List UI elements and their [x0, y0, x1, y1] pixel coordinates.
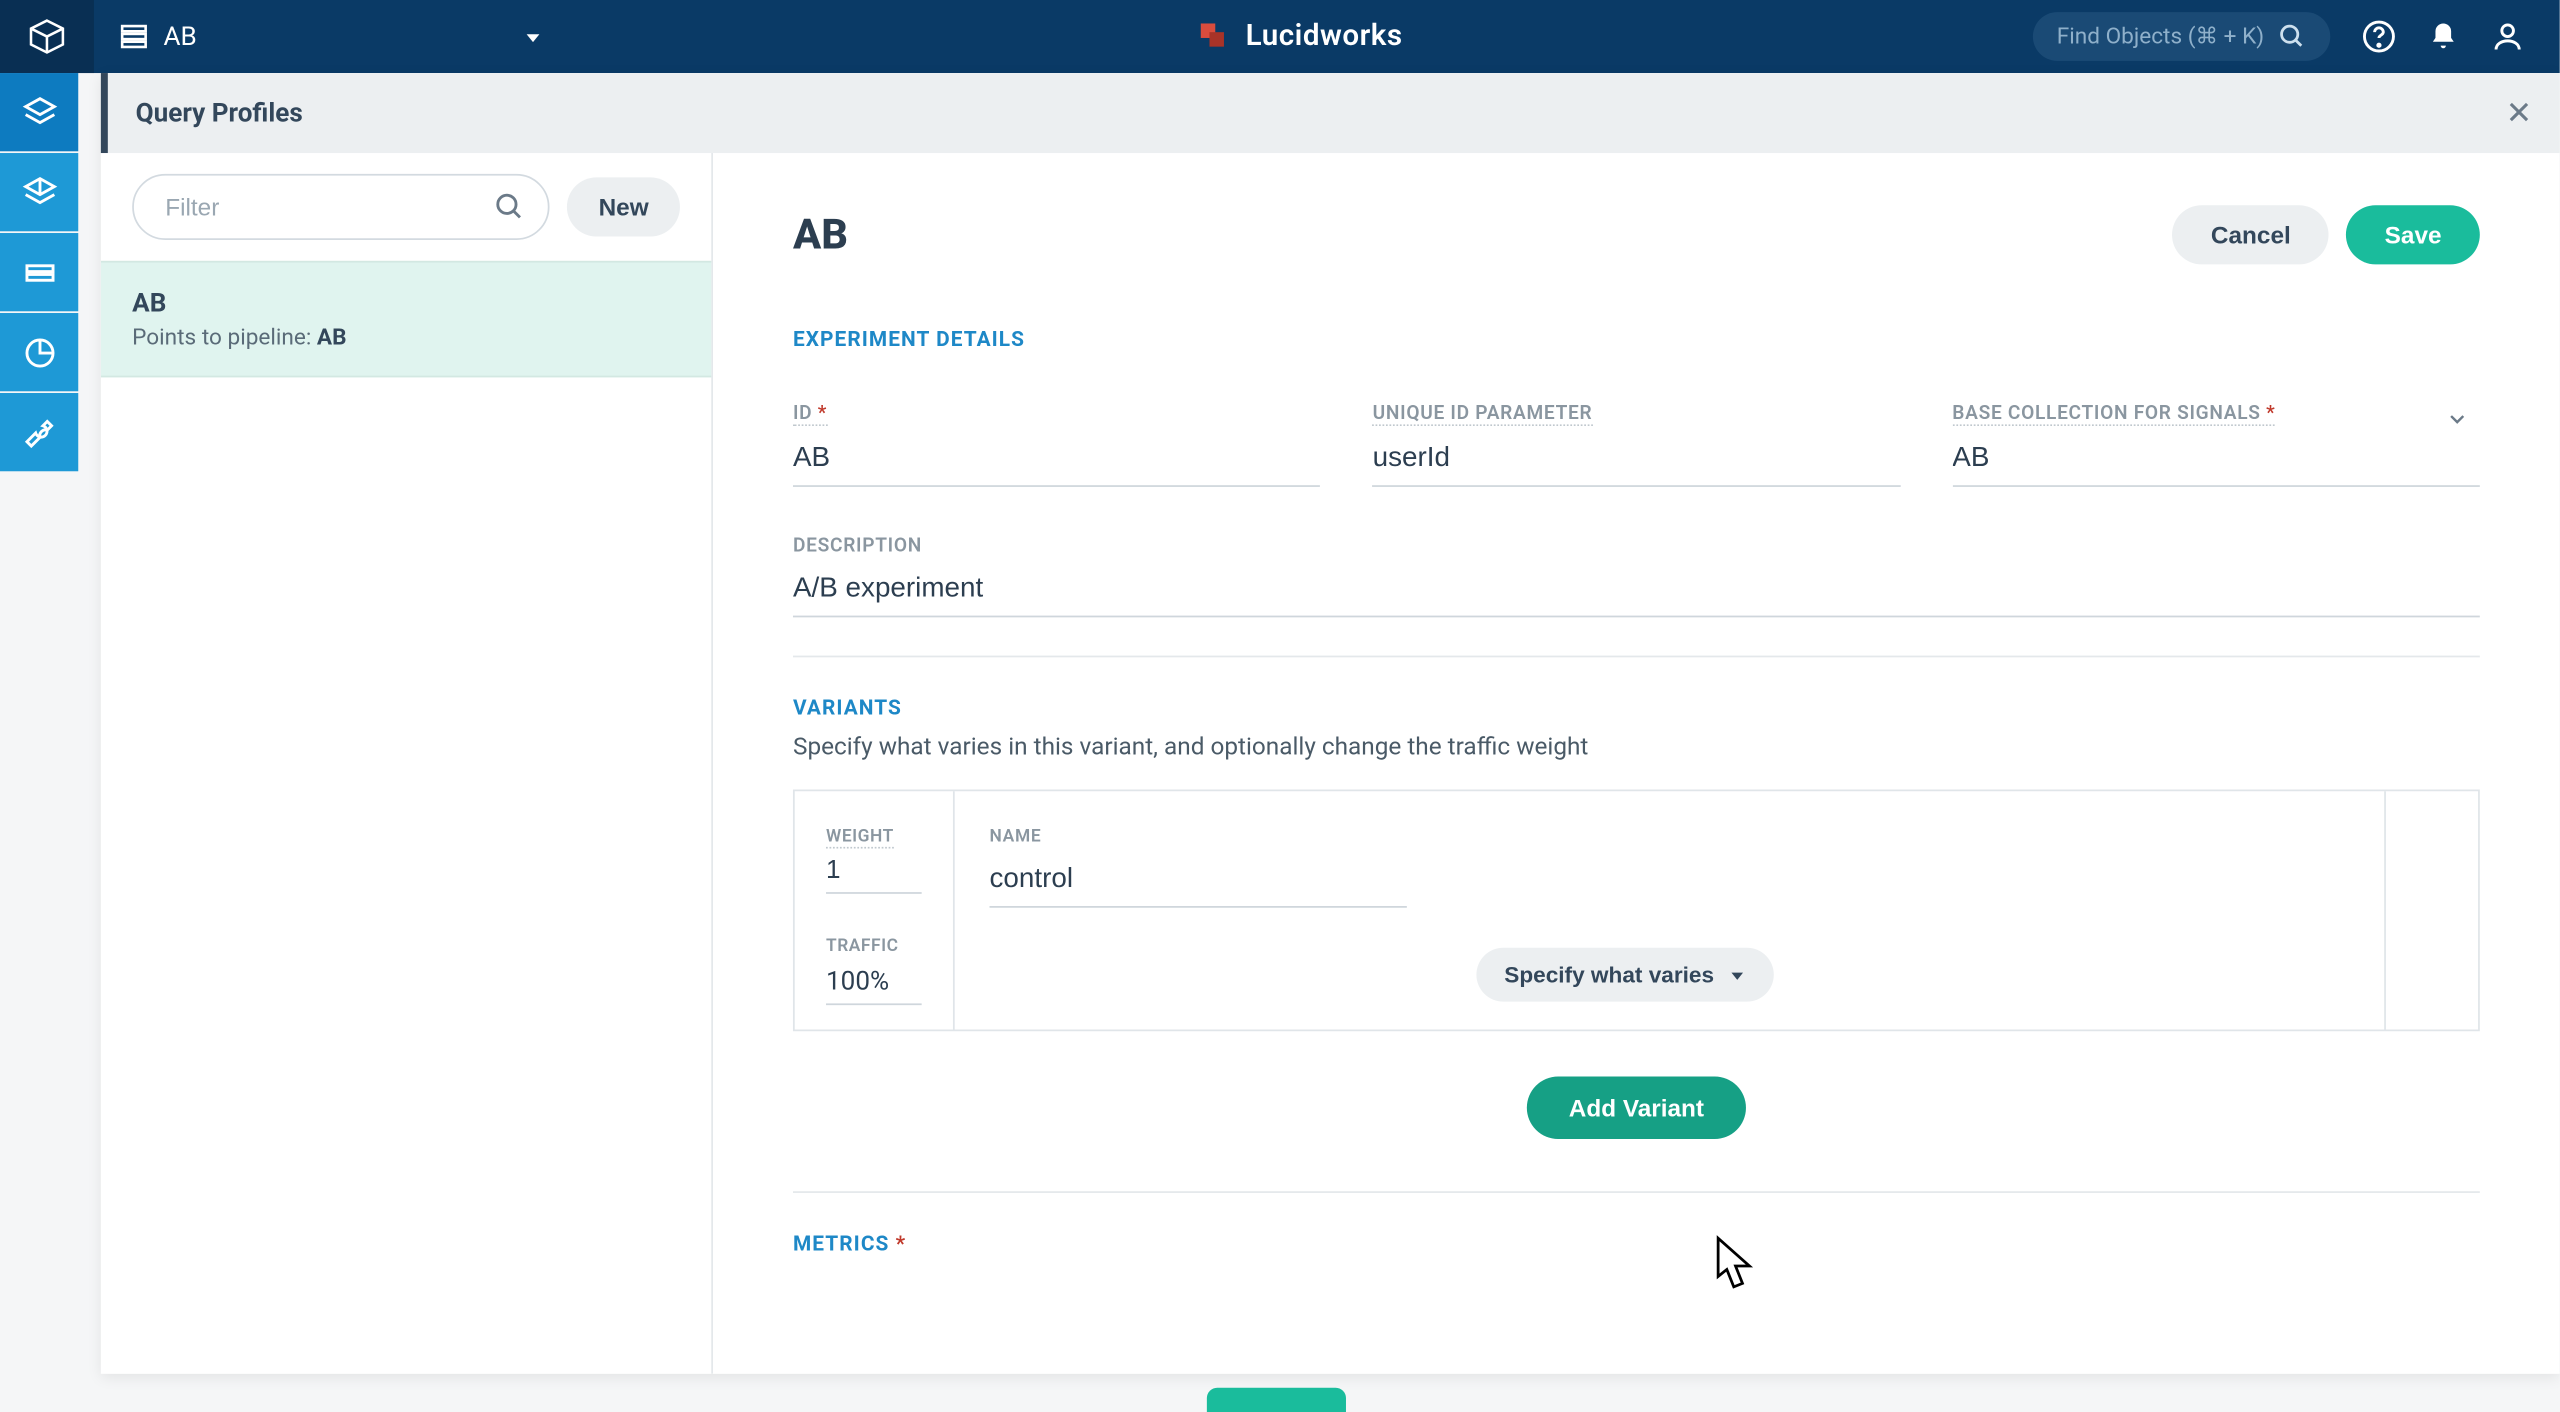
- panel-title: Query Profiles: [136, 97, 303, 128]
- left-rail: [0, 73, 78, 473]
- rail-item-query[interactable]: [0, 153, 78, 231]
- topbar: AB Lucidworks Find Objects (⌘ + K): [0, 0, 2560, 73]
- bell-icon[interactable]: [2428, 21, 2459, 52]
- panel-header: Query Profiles ✕: [101, 73, 2560, 153]
- bottom-accent: [1207, 1388, 1346, 1412]
- add-variant-button[interactable]: Add Variant: [1527, 1076, 1746, 1139]
- help-icon[interactable]: [2362, 19, 2397, 54]
- traffic-label: TRAFFIC: [826, 937, 898, 956]
- divider: [793, 656, 2480, 658]
- variant-name-label: NAME: [989, 828, 1041, 847]
- section-variants: VARIANTS: [793, 696, 2480, 720]
- uid-field[interactable]: [1373, 433, 1900, 487]
- close-icon[interactable]: ✕: [2506, 95, 2532, 132]
- profiles-sidebar: New AB Points to pipeline: AB: [101, 153, 713, 1374]
- lucidworks-logo-icon: [1197, 19, 1232, 54]
- uid-label: UNIQUE ID PARAMETER: [1373, 402, 1593, 426]
- profile-item-name: AB: [132, 287, 680, 318]
- variant-name-field[interactable]: [989, 854, 1406, 908]
- query-profiles-panel: Query Profiles ✕ New AB Points to pipeli…: [101, 73, 2560, 1374]
- app-selector[interactable]: AB: [94, 21, 567, 52]
- specify-what-varies-button[interactable]: Specify what varies: [1476, 948, 1773, 1002]
- fusion-logo[interactable]: [0, 0, 94, 73]
- page-title: AB: [793, 210, 848, 259]
- id-field[interactable]: [793, 433, 1320, 487]
- variant-card: WEIGHT TRAFFIC 100% NAME Specify what va…: [793, 790, 2480, 1032]
- save-button[interactable]: Save: [2346, 205, 2479, 264]
- variant-drag-handle[interactable]: [2384, 791, 2478, 1029]
- user-icon[interactable]: [2490, 19, 2525, 54]
- profile-list-item[interactable]: AB Points to pipeline: AB: [101, 261, 711, 378]
- variants-hint: Specify what varies in this variant, and…: [793, 734, 2480, 762]
- app-name: AB: [163, 21, 196, 52]
- caret-down-icon: [1728, 966, 1745, 983]
- chevron-down-icon: [2445, 407, 2469, 431]
- main-content: AB Cancel Save EXPERIMENT DETAILS ID UNI…: [713, 153, 2560, 1374]
- filter-input[interactable]: [132, 174, 550, 240]
- cancel-button[interactable]: Cancel: [2173, 205, 2329, 264]
- description-label: DESCRIPTION: [793, 534, 922, 557]
- section-experiment-details: EXPERIMENT DETAILS: [793, 327, 2480, 351]
- new-button[interactable]: New: [567, 177, 680, 236]
- chevron-down-icon: [524, 27, 543, 46]
- brand-text: Lucidworks: [1246, 19, 1403, 54]
- stack-icon: [118, 21, 149, 52]
- rail-item-tools[interactable]: [0, 393, 78, 471]
- rail-item-jobs[interactable]: [0, 233, 78, 311]
- base-collection-select[interactable]: [1952, 433, 2479, 487]
- find-placeholder: Find Objects (⌘ + K): [2057, 23, 2264, 49]
- divider: [793, 1191, 2480, 1193]
- rail-item-index[interactable]: [0, 73, 78, 151]
- weight-field[interactable]: [826, 849, 922, 894]
- id-label: ID: [793, 402, 827, 426]
- weight-label: WEIGHT: [826, 828, 894, 849]
- section-metrics: METRICS *: [793, 1231, 2480, 1255]
- profile-item-subtext: Points to pipeline: AB: [132, 325, 680, 351]
- traffic-value: 100%: [826, 958, 922, 1005]
- description-field[interactable]: [793, 563, 2480, 617]
- search-icon: [494, 191, 525, 222]
- search-icon: [2278, 23, 2306, 51]
- base-collection-label: BASE COLLECTION FOR SIGNALS: [1952, 402, 2275, 426]
- rail-item-analytics[interactable]: [0, 313, 78, 391]
- find-objects-search[interactable]: Find Objects (⌘ + K): [2032, 12, 2330, 61]
